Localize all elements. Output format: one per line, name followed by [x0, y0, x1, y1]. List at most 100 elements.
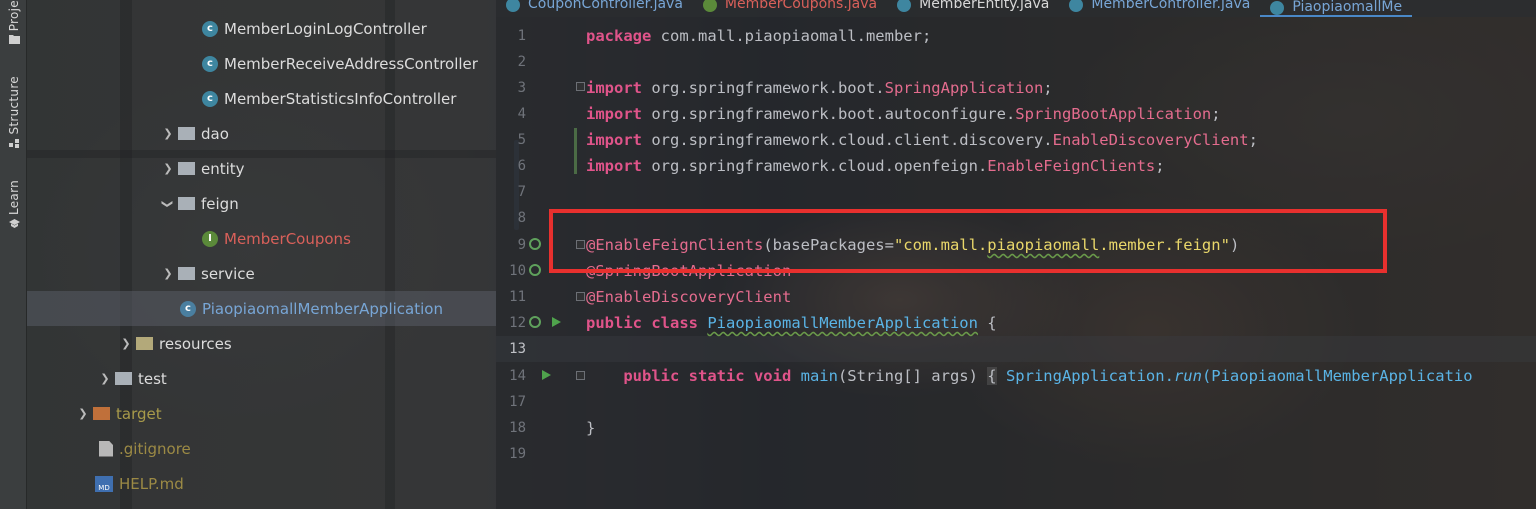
tree-item-piaopiaomall-member-application[interactable]: c PiaopiaomallMemberApplication — [27, 291, 496, 326]
keyword: import — [586, 79, 642, 97]
structure-tool-label: Structure — [7, 76, 21, 135]
tab-member-entity[interactable]: MemberEntity.java — [887, 0, 1059, 12]
tree-item-help-md[interactable]: MD HELP.md — [27, 466, 496, 501]
tree-item-gitignore[interactable]: .gitignore — [27, 431, 496, 466]
project-tool-button[interactable]: Proje — [3, 0, 25, 45]
tree-item-label: test — [138, 369, 167, 388]
tree-item-member-receive-address-controller[interactable]: c MemberReceiveAddressController — [27, 46, 496, 81]
chevron-right-icon[interactable]: ❯ — [97, 371, 113, 387]
spring-boot-class-icon: c — [180, 300, 196, 317]
folder-icon — [178, 267, 195, 280]
tab-label: MemberController.java — [1091, 0, 1251, 12]
tree-item-resources[interactable]: ❯ resources — [27, 326, 496, 361]
tree-item-label: resources — [159, 334, 232, 353]
chevron-right-icon[interactable]: ❯ — [160, 161, 176, 177]
tree-item-label: service — [201, 264, 255, 283]
chevron-right-icon[interactable]: ❯ — [75, 406, 91, 422]
chevron-right-icon[interactable]: ❯ — [118, 336, 134, 352]
tree-item-label: MemberLoginLogController — [224, 19, 427, 38]
code-line-2: 2 — [496, 49, 1536, 75]
run-icon[interactable] — [542, 370, 551, 380]
tree-item-member-coupons[interactable]: I MemberCoupons — [27, 221, 496, 256]
line-number: 1 — [517, 28, 526, 44]
call-args: (PiaopiaomallMemberApplicatio — [1201, 367, 1473, 385]
code-line-17: 17 — [496, 389, 1536, 415]
semicolon: ; — [1211, 105, 1221, 123]
annotation: @EnableDiscoveryClient — [586, 288, 792, 306]
chevron-right-icon[interactable]: ❯ — [160, 126, 176, 142]
chevron-down-icon[interactable]: ❯ — [160, 196, 176, 212]
method-args: (String[] args) — [837, 367, 988, 385]
line-number: 9 — [517, 237, 526, 253]
line-number: 12 — [509, 315, 526, 331]
learn-tool-button[interactable]: Learn — [3, 180, 25, 229]
tree-item-test[interactable]: ❯ test — [27, 361, 496, 396]
annotation-highlight-box — [549, 209, 1387, 273]
code-line-3: 3 import org.springframework.boot. Spring… — [496, 75, 1536, 101]
folder-icon — [178, 197, 195, 210]
tree-item-member-statistics-info-controller[interactable]: c MemberStatisticsInfoController — [27, 81, 496, 116]
folded-brace[interactable]: { — [987, 367, 997, 385]
fold-marker-icon[interactable] — [576, 292, 585, 301]
class-icon: c — [202, 90, 218, 107]
code-line-11: 11 @EnableDiscoveryClient — [496, 284, 1536, 310]
project-panel-header — [27, 0, 496, 6]
class-icon: c — [202, 55, 218, 72]
class-icon: c — [202, 20, 218, 37]
spring-bean-icon[interactable] — [529, 316, 541, 328]
tree-item-entity[interactable]: ❯ entity — [27, 151, 496, 186]
code-line-1: 1 package com.mall.piaopiaomall.member; — [496, 23, 1536, 49]
tree-item-label: dao — [201, 124, 229, 143]
tree-item-feign[interactable]: ❯ feign — [27, 186, 496, 221]
structure-tool-button[interactable]: Structure — [3, 76, 25, 148]
brace: { — [977, 314, 997, 332]
line-number: 2 — [517, 54, 526, 70]
semicolon: ; — [1043, 79, 1053, 97]
spring-boot-class-icon — [1270, 1, 1285, 15]
line-number: 6 — [517, 158, 526, 174]
tab-label: CouponController.java — [528, 0, 683, 12]
line-number: 3 — [517, 80, 526, 96]
code-line-19: 19 — [496, 441, 1536, 467]
keyword: import — [586, 157, 642, 175]
import-package: org.springframework.cloud.client.discove… — [642, 131, 1053, 149]
line-number: 19 — [509, 446, 526, 462]
call-target: SpringApplication. — [996, 367, 1174, 385]
code-line-4: 4 import org.springframework.boot.autoco… — [496, 101, 1536, 127]
tree-item-member-login-log-controller[interactable]: c MemberLoginLogController — [27, 11, 496, 46]
spring-bean-icon[interactable] — [529, 264, 541, 276]
folder-icon — [178, 162, 195, 175]
tab-coupon-controller[interactable]: CouponController.java — [496, 0, 693, 12]
tab-member-coupons[interactable]: MemberCoupons.java — [693, 0, 887, 12]
fold-marker-icon[interactable] — [576, 82, 585, 91]
tree-item-service[interactable]: ❯ service — [27, 256, 496, 291]
run-icon[interactable] — [552, 317, 561, 327]
tree-item-label: MemberCoupons — [224, 229, 351, 248]
keyword: package — [586, 27, 652, 45]
import-class: EnableFeignClients — [987, 157, 1156, 175]
line-number: 17 — [509, 394, 526, 410]
import-class: SpringApplication — [884, 79, 1044, 97]
excluded-folder-icon — [93, 407, 110, 420]
line-number: 11 — [509, 289, 526, 305]
tree-item-dao[interactable]: ❯ dao — [27, 116, 496, 151]
tab-member-controller[interactable]: MemberController.java — [1059, 0, 1260, 12]
line-number: 18 — [509, 420, 526, 436]
tab-label: MemberCoupons.java — [724, 0, 878, 12]
folder-icon — [8, 35, 20, 45]
class-icon — [897, 0, 912, 12]
semicolon: ; — [1155, 157, 1165, 175]
tree-item-target[interactable]: ❯ target — [27, 396, 496, 431]
resources-folder-icon — [136, 337, 153, 350]
spring-bean-icon[interactable] — [529, 238, 541, 250]
project-tool-label: Proje — [7, 0, 21, 32]
line-number: 14 — [509, 368, 526, 384]
code-line-14: 14 public static void main (String[] args… — [496, 363, 1536, 389]
line-number: 7 — [517, 184, 526, 200]
tab-label: MemberEntity.java — [919, 0, 1050, 12]
folder-icon — [178, 127, 195, 140]
chevron-right-icon[interactable]: ❯ — [160, 266, 176, 282]
keyword: import — [586, 105, 642, 123]
fold-marker-icon[interactable] — [576, 371, 585, 380]
tab-piaopiaomall-member-application[interactable]: PiaopiaomallMe — [1260, 0, 1413, 17]
